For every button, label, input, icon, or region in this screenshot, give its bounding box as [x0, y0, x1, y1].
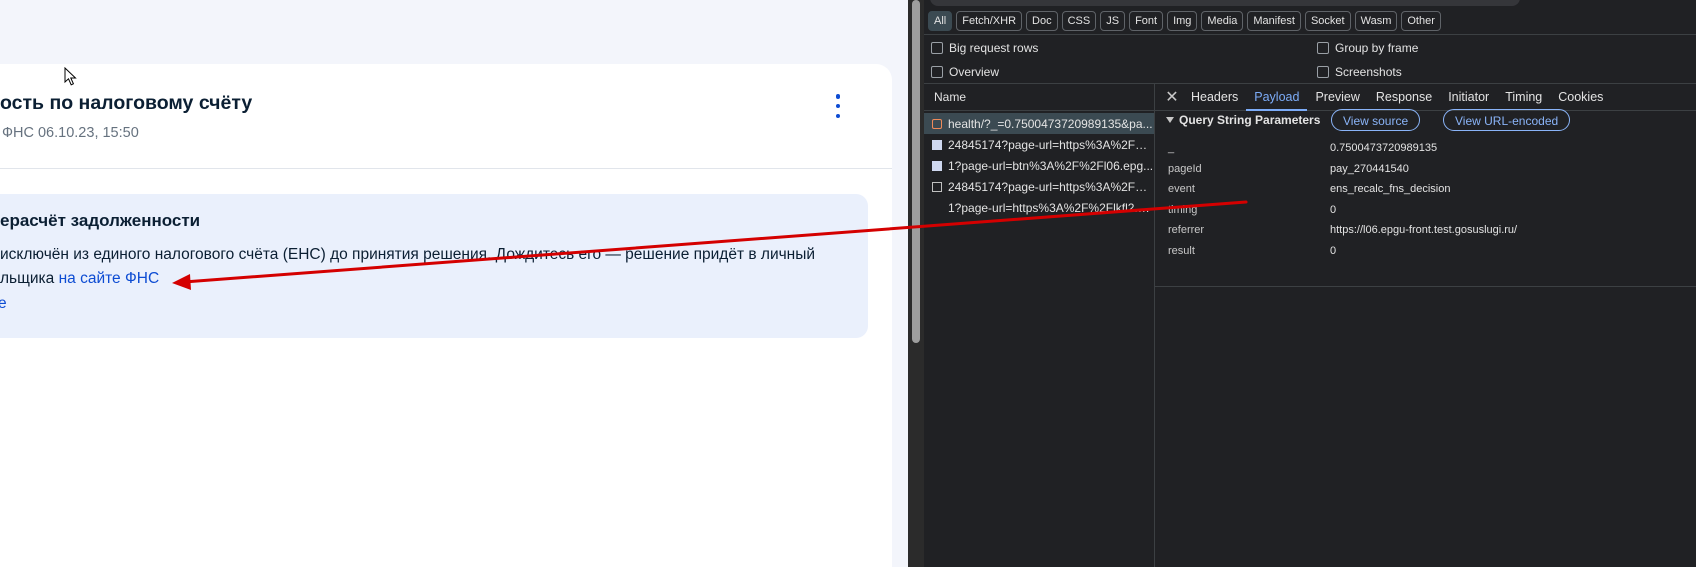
tab-timing[interactable]: Timing: [1497, 84, 1550, 110]
params-list: _ 0.7500473720989135 pageId pay_270441540ev…: [1168, 139, 1668, 263]
page-scrollbar[interactable]: [908, 0, 924, 567]
document-icon: [932, 160, 942, 171]
request-detail: ✕ Headers Payload Preview Response Initiator…: [1155, 84, 1696, 567]
filter-chip-other[interactable]: Other: [1401, 11, 1441, 31]
screenshots-option[interactable]: Screenshots: [1317, 65, 1402, 79]
filter-chip-fetch-xhr[interactable]: Fetch/XHR: [956, 11, 1023, 31]
request-name: 1?page-url=btn%3A%2F%2Fl06.epg...: [948, 158, 1154, 173]
request-row[interactable]: health/?_=0.7500473720989135&pa...: [924, 113, 1154, 134]
overview-checkbox[interactable]: [931, 66, 943, 78]
info-line-1: исключён из единого налогового счёта (ЕН…: [0, 246, 816, 263]
separator: [924, 34, 1696, 35]
big-request-rows-label: Big request rows: [949, 41, 1039, 55]
param-key: event: [1168, 183, 1195, 196]
filter-chip-img[interactable]: Img: [1167, 11, 1198, 31]
name-column-header[interactable]: Name: [924, 84, 1154, 111]
card-meta: ФНС 06.10.23, 15:50: [2, 125, 139, 141]
triangle-down-icon: [1166, 117, 1174, 123]
screenshots-checkbox[interactable]: [1317, 66, 1329, 78]
type-filter-bar: All Fetch/XHR Doc CSS JS Font Img Media Manifest…: [928, 11, 1441, 31]
info-line-2-prefix: льщика: [0, 270, 59, 287]
param-row: event ens_recalc_fns_decision: [1168, 180, 1668, 201]
query-string-title: Query String Parameters: [1179, 113, 1321, 127]
request-name: 24845174?page-url=https%3A%2F%...: [948, 137, 1154, 152]
param-value: 0: [1330, 203, 1337, 216]
param-key: timing: [1168, 203, 1198, 216]
xhr-icon: [932, 118, 942, 129]
tab-cookies[interactable]: Cookies: [1550, 84, 1611, 110]
separator: [1155, 286, 1696, 287]
info-line-2: льщика на сайте ФНС: [0, 267, 815, 291]
param-value: https://l06.epgu-front.test.gosuslugi.ru…: [1330, 224, 1518, 237]
card-title: ость по налоговому счёту: [0, 92, 253, 114]
tab-initiator[interactable]: Initiator: [1440, 84, 1497, 110]
mouse-cursor-icon: [64, 67, 77, 86]
document-icon: [932, 139, 942, 150]
filter-chip-font[interactable]: Font: [1129, 11, 1164, 31]
request-row[interactable]: 1?page-url=https%3A%2F%2Flkfl2.n...: [924, 197, 1154, 218]
param-key: pageId: [1168, 162, 1202, 175]
filter-input[interactable]: [930, 0, 1520, 6]
group-by-frame-label: Group by frame: [1335, 41, 1419, 55]
divider: [0, 168, 892, 169]
big-request-rows-checkbox[interactable]: [931, 42, 943, 54]
group-by-frame-checkbox[interactable]: [1317, 42, 1329, 54]
request-row[interactable]: 1?page-url=btn%3A%2F%2Fl06.epg...: [924, 155, 1154, 176]
scrollbar-thumb[interactable]: [912, 0, 920, 343]
filter-chip-js[interactable]: JS: [1100, 11, 1126, 31]
filter-chip-wasm[interactable]: Wasm: [1354, 11, 1398, 31]
request-row[interactable]: 24845174?page-url=https%3A%2F%...: [924, 176, 1154, 197]
filter-chip-all[interactable]: All: [928, 11, 953, 31]
param-row: _ 0.7500473720989135: [1168, 139, 1668, 160]
more-options-icon[interactable]: [832, 94, 844, 118]
filter-chip-socket[interactable]: Socket: [1304, 11, 1351, 31]
info-banner: ерасчёт задолженности исключён из единог…: [0, 194, 868, 338]
tab-response[interactable]: Response: [1368, 84, 1440, 110]
param-value: ens_recalc_fns_decision: [1330, 183, 1451, 196]
param-value: 0: [1330, 244, 1337, 257]
info-title: ерасчёт задолженности: [0, 211, 201, 230]
devtools-panel: All Fetch/XHR Doc CSS JS Font Img Media Manifest…: [924, 0, 1696, 567]
fns-site-link[interactable]: на сайте ФНС: [59, 270, 160, 287]
param-row: pageId pay_270441540: [1168, 160, 1668, 181]
close-icon[interactable]: ✕: [1161, 87, 1183, 107]
tab-preview[interactable]: Preview: [1307, 84, 1367, 110]
filter-chip-doc[interactable]: Doc: [1026, 11, 1058, 31]
filter-chip-media[interactable]: Media: [1201, 11, 1244, 31]
param-row: result 0: [1168, 242, 1668, 263]
more-link[interactable]: е: [0, 295, 7, 313]
detail-tabs: ✕ Headers Payload Preview Response Initiator…: [1155, 84, 1696, 111]
request-rows: health/?_=0.7500473720989135&pa... 248451…: [924, 111, 1154, 218]
group-by-frame-option[interactable]: Group by frame: [1317, 41, 1418, 55]
param-row: referrer https://l06.epgu-front.test.gosu…: [1168, 221, 1668, 242]
view-url-encoded-button[interactable]: View URL-encoded: [1443, 109, 1571, 131]
filter-chip-manifest[interactable]: Manifest: [1247, 11, 1301, 31]
view-source-button[interactable]: View source: [1331, 109, 1421, 131]
param-key: _: [1168, 142, 1175, 154]
request-row[interactable]: 24845174?page-url=https%3A%2F%...: [924, 134, 1154, 155]
param-key: result: [1168, 244, 1195, 257]
param-key: referrer: [1168, 224, 1205, 237]
overview-label: Overview: [949, 65, 1000, 79]
blank-file-icon: [932, 181, 942, 192]
request-name: 24845174?page-url=https%3A%2F%...: [948, 179, 1154, 194]
request-name: health/?_=0.7500473720989135&pa...: [948, 116, 1153, 131]
overview-option[interactable]: Overview: [931, 65, 999, 79]
web-page: ость по налоговому счёту ФНС 06.10.23, 1…: [0, 0, 908, 567]
info-text: исключён из единого налогового счёта (ЕН…: [0, 243, 815, 291]
param-row: timing 0: [1168, 201, 1668, 222]
screenshots-label: Screenshots: [1335, 65, 1402, 79]
param-value: 0.7500473720989135: [1330, 142, 1438, 154]
tab-payload[interactable]: Payload: [1246, 84, 1308, 111]
tab-headers[interactable]: Headers: [1183, 84, 1246, 110]
param-value: pay_270441540: [1330, 162, 1409, 175]
query-string-section-header[interactable]: Query String Parameters: [1166, 113, 1320, 127]
filter-chip-css[interactable]: CSS: [1061, 11, 1097, 31]
big-request-rows-option[interactable]: Big request rows: [931, 41, 1038, 55]
request-list: Name health/?_=0.7500473720989135&pa... 2…: [924, 84, 1155, 567]
request-name: 1?page-url=https%3A%2F%2Flkfl2.n...: [948, 200, 1154, 215]
